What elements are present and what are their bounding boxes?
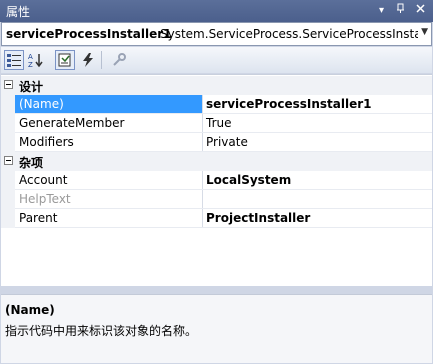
property-pages-icon bbox=[113, 53, 126, 66]
events-icon bbox=[83, 53, 93, 67]
property-name: Modifiers bbox=[19, 135, 74, 149]
column-divider bbox=[202, 95, 203, 114]
property-name: (Name) bbox=[19, 97, 64, 111]
alphabetical-icon: A Z bbox=[28, 53, 43, 68]
category-label: 设计 bbox=[19, 80, 44, 94]
row-gutter bbox=[1, 171, 15, 190]
column-divider bbox=[202, 133, 203, 152]
collapse-icon[interactable] bbox=[4, 156, 13, 165]
properties-button[interactable] bbox=[55, 50, 75, 70]
property-row-modifiers[interactable]: Modifiers Private bbox=[1, 133, 432, 152]
title-bar: 属性 ▾ bbox=[0, 0, 433, 22]
property-row-account[interactable]: Account LocalSystem bbox=[1, 171, 432, 190]
category-label: 杂项 bbox=[19, 156, 44, 170]
description-splitter[interactable] bbox=[0, 286, 433, 294]
category-misc[interactable]: 杂项 bbox=[1, 152, 432, 171]
properties-icon bbox=[58, 53, 71, 67]
description-text: 指示代码中用来标识该对象的名称。 bbox=[5, 324, 198, 338]
window-title: 属性 bbox=[6, 5, 31, 19]
column-divider bbox=[202, 114, 203, 133]
properties-window: 属性 ▾ serviceProcessInstaller1 System.Ser… bbox=[0, 0, 433, 364]
chevron-down-icon[interactable]: ▼ bbox=[421, 27, 428, 37]
description-title: (Name) bbox=[5, 303, 55, 317]
close-icon[interactable] bbox=[413, 3, 428, 18]
property-row-generatemember[interactable]: GenerateMember True bbox=[1, 114, 432, 133]
property-value[interactable]: LocalSystem bbox=[206, 173, 291, 187]
category-design[interactable]: 设计 bbox=[1, 76, 432, 95]
property-name: Account bbox=[19, 173, 68, 187]
alphabetical-button[interactable]: A Z bbox=[26, 50, 46, 70]
row-gutter bbox=[1, 190, 15, 209]
property-name: GenerateMember bbox=[19, 116, 125, 130]
row-divider bbox=[15, 227, 432, 228]
svg-text:A: A bbox=[28, 53, 33, 61]
events-button[interactable] bbox=[78, 50, 98, 70]
property-grid: 设计 (Name) serviceProcessInstaller1 Gener… bbox=[1, 74, 432, 286]
object-selector[interactable]: serviceProcessInstaller1 System.ServiceP… bbox=[1, 22, 432, 46]
row-gutter bbox=[1, 95, 15, 114]
row-gutter bbox=[1, 133, 15, 152]
description-pane: (Name) 指示代码中用来标识该对象的名称。 bbox=[1, 294, 432, 363]
window-menu-dropdown-icon[interactable]: ▾ bbox=[374, 3, 389, 18]
collapse-icon[interactable] bbox=[4, 80, 13, 89]
row-gutter bbox=[1, 114, 15, 133]
row-gutter bbox=[1, 209, 15, 228]
categorized-icon bbox=[7, 54, 21, 67]
column-divider bbox=[202, 171, 203, 190]
toolbar-separator bbox=[101, 51, 102, 69]
property-row-helptext[interactable]: HelpText bbox=[1, 190, 432, 209]
column-divider bbox=[202, 190, 203, 209]
property-value[interactable]: serviceProcessInstaller1 bbox=[206, 97, 372, 111]
pin-icon[interactable] bbox=[394, 3, 409, 18]
column-divider bbox=[202, 209, 203, 228]
property-value[interactable]: ProjectInstaller bbox=[206, 211, 310, 225]
property-name: HelpText bbox=[19, 192, 71, 206]
categorized-button[interactable] bbox=[4, 50, 24, 70]
svg-text:Z: Z bbox=[28, 61, 33, 68]
property-row-name[interactable]: (Name) serviceProcessInstaller1 bbox=[1, 95, 432, 114]
object-type: System.ServiceProcess.ServiceProcessInst… bbox=[160, 27, 418, 41]
property-value[interactable]: True bbox=[206, 116, 232, 130]
toolbar: A Z bbox=[1, 47, 432, 73]
property-name: Parent bbox=[19, 211, 58, 225]
object-name: serviceProcessInstaller1 bbox=[6, 27, 172, 41]
property-pages-button[interactable] bbox=[109, 50, 129, 70]
property-value[interactable]: Private bbox=[206, 135, 248, 149]
property-row-parent[interactable]: Parent ProjectInstaller bbox=[1, 209, 432, 228]
